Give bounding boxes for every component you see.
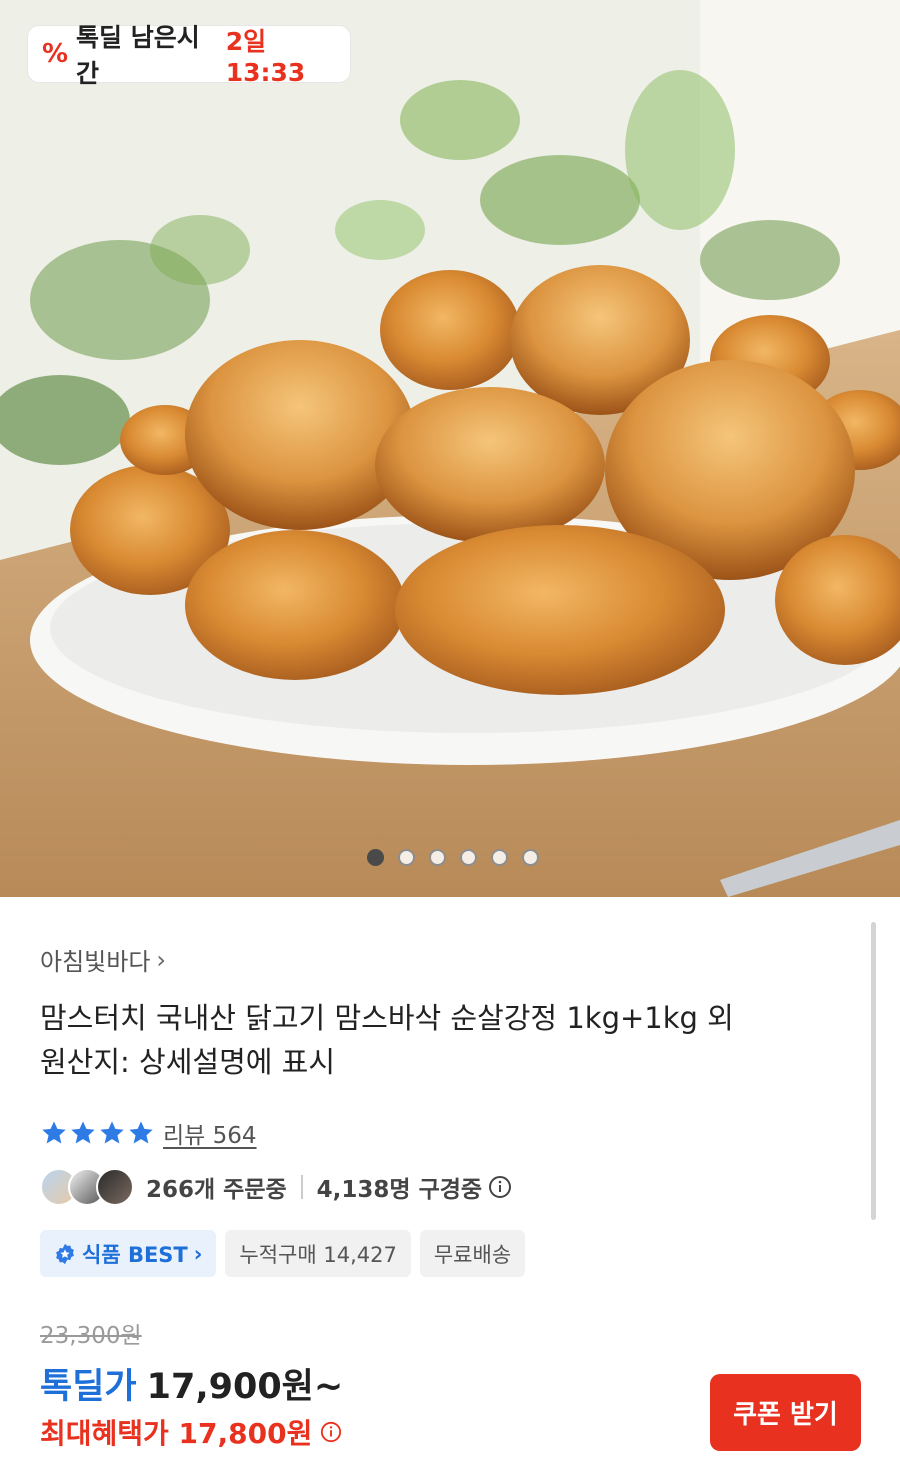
product-origin: 원산지: 상세설명에 표시: [40, 1045, 336, 1079]
deal-timer-label: 톡딜 남은시간: [76, 23, 200, 88]
seller-link[interactable]: 아침빛바다 ›: [40, 942, 166, 977]
food-best-badge[interactable]: 식품 BEST ›: [40, 1230, 217, 1277]
product-title-line: 맘스터치 국내산 닭고기 맘스바삭 순살강정 1kg+1kg 외: [40, 1001, 734, 1035]
product-photo: [0, 0, 900, 897]
deal-timer-remaining: 2일 13:33: [225, 26, 306, 87]
carousel-dot[interactable]: [429, 849, 446, 866]
chevron-right-icon: ›: [156, 945, 167, 974]
cumulative-purchase-badge: 누적구매 14,427: [225, 1230, 411, 1277]
food-best-label: 식품 BEST: [82, 1242, 188, 1267]
deal-timer-badge: % 톡딜 남은시간 2일 13:33: [27, 23, 351, 88]
order-count: 266개 주문중: [146, 1177, 287, 1203]
info-icon[interactable]: [320, 1421, 342, 1443]
product-image-carousel[interactable]: % 톡딜 남은시간 2일 13:33: [0, 0, 900, 897]
seller-name: 아침빛바다: [40, 948, 151, 976]
max-benefit-text: 최대혜택가 17,800원: [40, 1417, 313, 1450]
divider: [300, 1175, 303, 1199]
info-icon[interactable]: [488, 1175, 512, 1199]
deal-price: 톡딜가 17,900원~: [40, 1358, 343, 1409]
avatar-stack: [40, 1168, 134, 1206]
percent-icon: %: [42, 39, 69, 69]
chevron-right-icon: ›: [193, 1241, 203, 1266]
carousel-dot[interactable]: [367, 849, 384, 866]
badge-row: 식품 BEST › 누적구매 14,427 무료배송: [40, 1230, 526, 1277]
review-count-link[interactable]: 리뷰 564: [163, 1116, 257, 1150]
carousel-dot[interactable]: [398, 849, 415, 866]
carousel-dot[interactable]: [491, 849, 508, 866]
carousel-dot[interactable]: [522, 849, 539, 866]
get-coupon-button[interactable]: 쿠폰 받기: [710, 1374, 861, 1451]
viewer-count: 4,138명 구경중: [316, 1177, 483, 1203]
gear-badge-icon: [56, 1243, 74, 1264]
star-icon: [129, 1121, 153, 1144]
product-title: 맘스터치 국내산 닭고기 맘스바삭 순살강정 1kg+1kg 외 원산지: 상세…: [40, 996, 830, 1084]
star-icon: [42, 1121, 66, 1144]
avatar: [96, 1168, 134, 1206]
star-icon: [71, 1121, 95, 1144]
deal-price-value: 17,900원~: [146, 1367, 344, 1407]
carousel-indicator: [367, 849, 539, 866]
star-rating: [40, 1119, 155, 1147]
social-proof-row: 266개 주문중 4,138명 구경중: [40, 1166, 512, 1208]
carousel-dot[interactable]: [460, 849, 477, 866]
deal-price-label: 톡딜가: [40, 1367, 137, 1407]
free-shipping-badge: 무료배송: [419, 1230, 526, 1277]
original-price: 23,300원: [40, 1323, 142, 1349]
rating-row: 리뷰 564: [40, 1116, 257, 1150]
star-icon: [100, 1121, 124, 1144]
scrollbar[interactable]: [871, 922, 876, 1220]
max-benefit-price: 최대혜택가 17,800원: [40, 1412, 342, 1452]
